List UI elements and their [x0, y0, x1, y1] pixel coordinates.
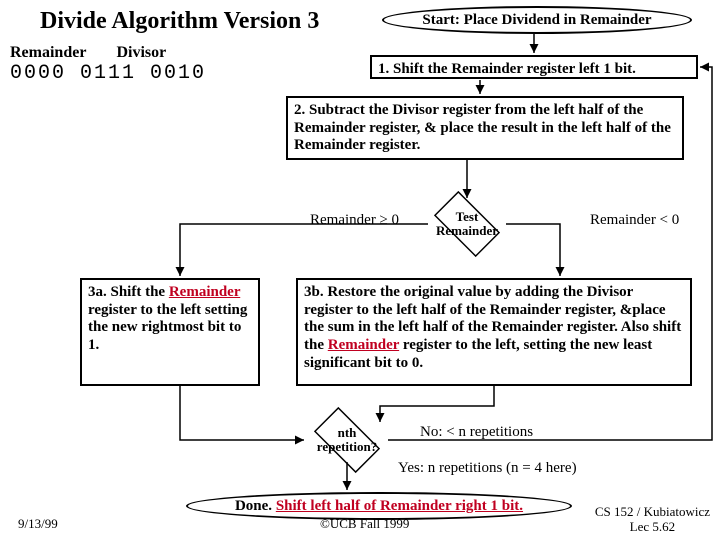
footer-copyright: ©UCB Fall 1999	[320, 516, 409, 532]
step-3a-post: register to the left setting the new rig…	[88, 302, 247, 353]
register-labels: Remainder Divisor	[10, 44, 166, 62]
start-text: Start: Place Dividend in Remainder	[422, 12, 651, 29]
done-pre: Done.	[235, 498, 272, 515]
step-3b: 3b. Restore the original value by adding…	[296, 278, 692, 386]
step-1-text: 1. Shift the Remainder register left 1 b…	[378, 61, 636, 77]
step-3a: 3a. Shift the Remainder register to the …	[80, 278, 260, 386]
branch-yes-label: Yes: n repetitions (n = 4 here)	[398, 460, 577, 477]
remainder-label: Remainder	[10, 44, 86, 62]
start-node: Start: Place Dividend in Remainder	[382, 6, 692, 34]
branch-lt-label: Remainder < 0	[590, 212, 679, 229]
step-2-text: 2. Subtract the Divisor register from th…	[294, 102, 671, 153]
step-3a-pre: 3a. Shift the	[88, 284, 169, 300]
nth-repetition-text: nth repetition?	[306, 426, 388, 453]
footer-course: CS 152 / Kubiatowicz	[595, 505, 710, 519]
done-red: Shift left half of Remainder right 1 bit…	[276, 498, 523, 515]
step-1: 1. Shift the Remainder register left 1 b…	[370, 55, 698, 79]
divisor-value: 0010	[150, 62, 206, 85]
step-3a-red: Remainder	[169, 284, 240, 300]
step-3b-red: Remainder	[328, 337, 399, 353]
branch-no-label: No: < n repetitions	[420, 424, 533, 441]
divisor-label: Divisor	[116, 44, 166, 62]
footer-date: 9/13/99	[18, 516, 58, 532]
remainder-value: 0000 0111	[10, 62, 136, 85]
test-remainder-decision: Test Remainder	[426, 200, 508, 248]
branch-ge-label: Remainder ≥ 0	[310, 212, 399, 229]
test-remainder-text: Test Remainder	[426, 210, 508, 237]
step-2: 2. Subtract the Divisor register from th…	[286, 96, 684, 160]
register-values: 0000 0111 0010	[10, 62, 206, 85]
footer-lecture: Lec 5.62	[595, 520, 710, 534]
footer-right: CS 152 / Kubiatowicz Lec 5.62	[595, 505, 710, 534]
page-title: Divide Algorithm Version 3	[40, 8, 319, 35]
nth-repetition-decision: nth repetition?	[306, 416, 388, 464]
